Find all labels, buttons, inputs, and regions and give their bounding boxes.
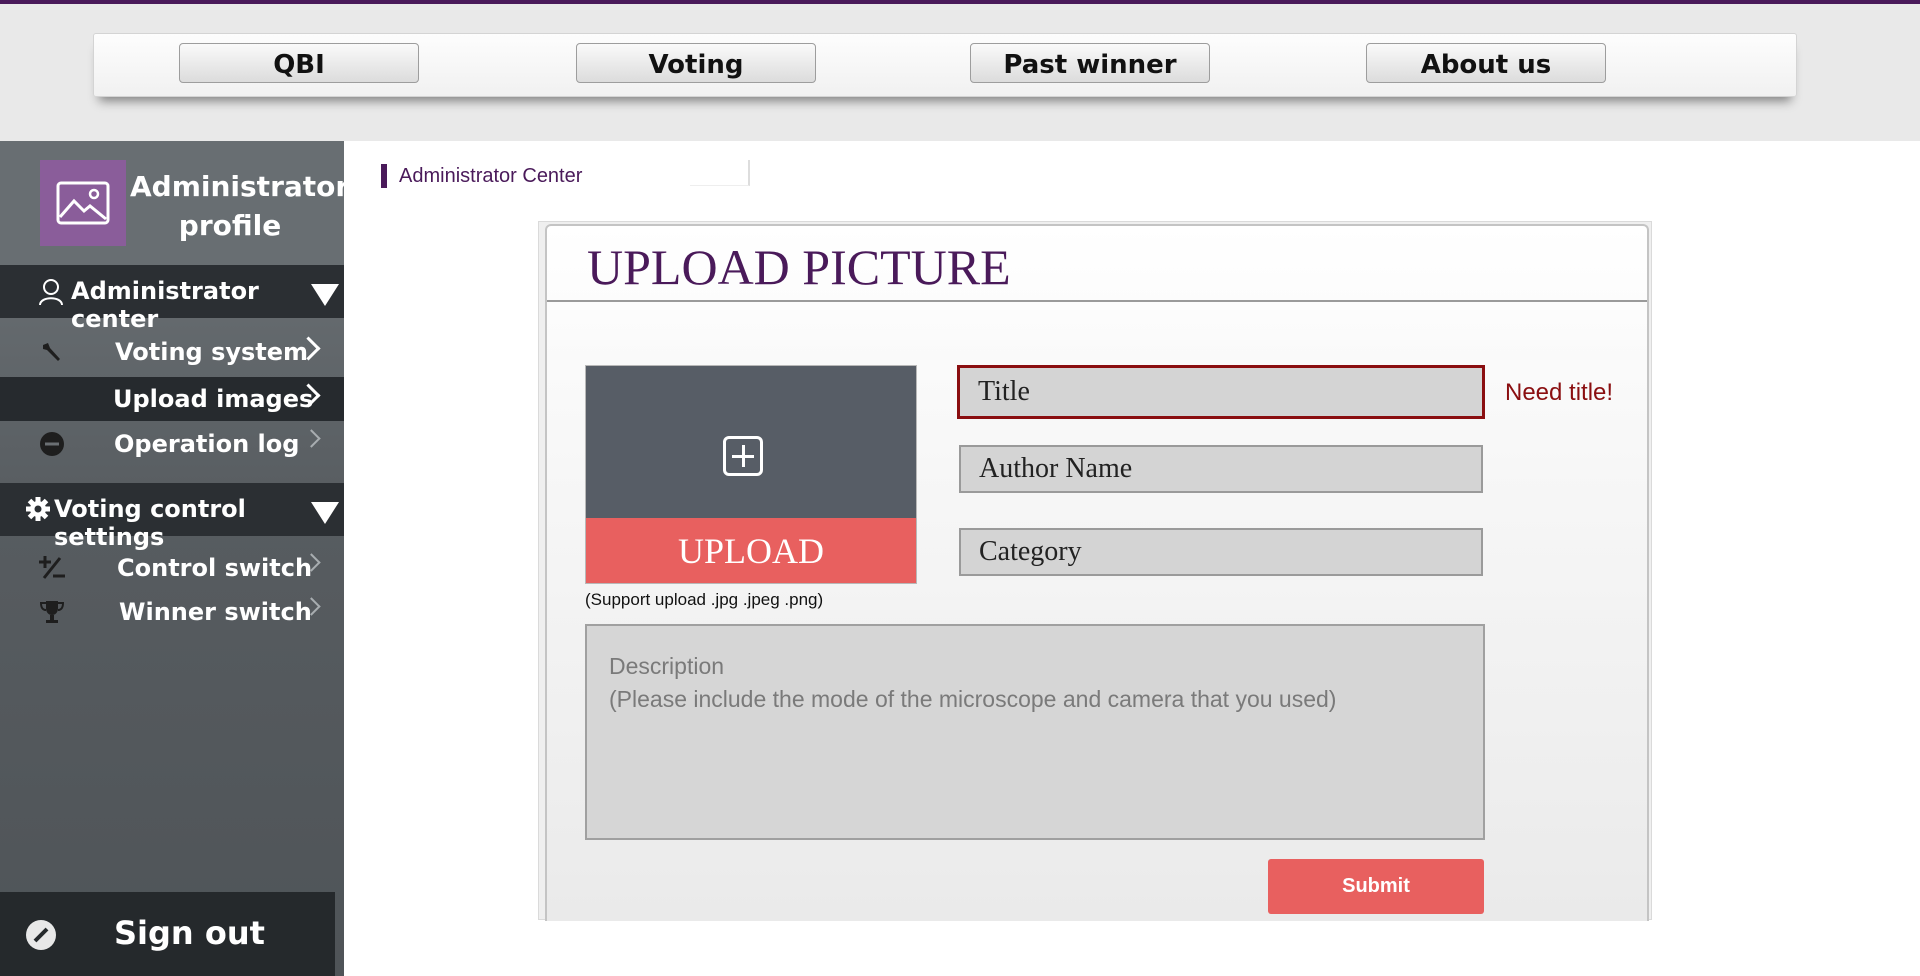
sidebar: Administrator profile Administrator cent… <box>0 141 350 976</box>
section-voting-control-settings[interactable]: Voting control settings <box>0 483 344 551</box>
sign-out-button[interactable]: Sign out <box>0 892 335 976</box>
image-dropzone[interactable]: UPLOAD <box>585 365 917 584</box>
user-icon <box>39 279 63 306</box>
sidebar-item-winner-switch[interactable]: Winner switch <box>0 590 344 634</box>
pencil-circle-icon <box>26 920 56 950</box>
sidebar-item-label: Winner switch <box>119 598 312 626</box>
author-name-field[interactable]: Author Name <box>959 445 1483 493</box>
add-square-icon <box>723 436 763 476</box>
sidebar-item-operation-log[interactable]: Operation log <box>0 422 344 466</box>
sidebar-item-label: Upload images <box>113 385 314 413</box>
title-field[interactable]: Title <box>957 365 1485 419</box>
sign-out-label: Sign out <box>114 914 265 952</box>
sidebar-item-upload-images[interactable]: Upload images <box>0 377 344 421</box>
description-placeholder-line1: Description <box>609 653 725 679</box>
plus-minus-icon <box>38 554 66 582</box>
description-textarea[interactable]: Description (Please include the mode of … <box>585 624 1485 840</box>
upload-button[interactable]: UPLOAD <box>586 518 916 583</box>
gear-icon <box>26 497 50 521</box>
minus-circle-icon <box>38 430 66 458</box>
breadcrumb-tab <box>690 160 750 186</box>
profile-name: Administrator profile <box>130 170 350 242</box>
sidebar-item-label: Control switch <box>117 554 313 582</box>
triangle-down-icon <box>311 284 339 306</box>
submit-button[interactable]: Submit <box>1268 859 1484 914</box>
nav-past-winner-button[interactable]: Past winner <box>970 43 1210 83</box>
category-field[interactable]: Category <box>959 528 1483 576</box>
sidebar-item-label: Voting system <box>115 338 309 366</box>
wrench-icon <box>38 338 66 366</box>
section-administrator-center[interactable]: Administrator center <box>0 265 344 333</box>
section-title: Administrator center <box>71 277 259 333</box>
nav-about-us-button[interactable]: About us <box>1366 43 1606 83</box>
supported-formats-note: (Support upload .jpg .jpeg .png) <box>585 590 824 609</box>
trophy-icon <box>38 598 66 626</box>
description-placeholder-line2: (Please include the mode of the microsco… <box>609 686 1337 712</box>
title-divider <box>547 300 1647 302</box>
breadcrumb: Administrator Center <box>381 164 582 188</box>
nav-voting-button[interactable]: Voting <box>576 43 816 83</box>
sidebar-item-label: Operation log <box>114 430 300 458</box>
triangle-down-icon <box>311 502 339 524</box>
nav-qbi-button[interactable]: QBI <box>179 43 419 83</box>
sidebar-item-voting-system[interactable]: Voting system <box>0 330 344 374</box>
top-navbar: QBI Voting Past winner About us <box>93 33 1797 97</box>
image-icon <box>56 181 110 225</box>
section-title: Voting control settings <box>54 495 246 551</box>
avatar[interactable] <box>40 160 126 246</box>
sidebar-item-control-switch[interactable]: Control switch <box>0 546 344 590</box>
page-title: UPLOAD PICTURE <box>587 239 1011 295</box>
chevron-right-icon <box>302 429 321 448</box>
title-error-message: Need title! <box>1505 379 1614 406</box>
profile-block: Administrator profile <box>0 141 350 265</box>
